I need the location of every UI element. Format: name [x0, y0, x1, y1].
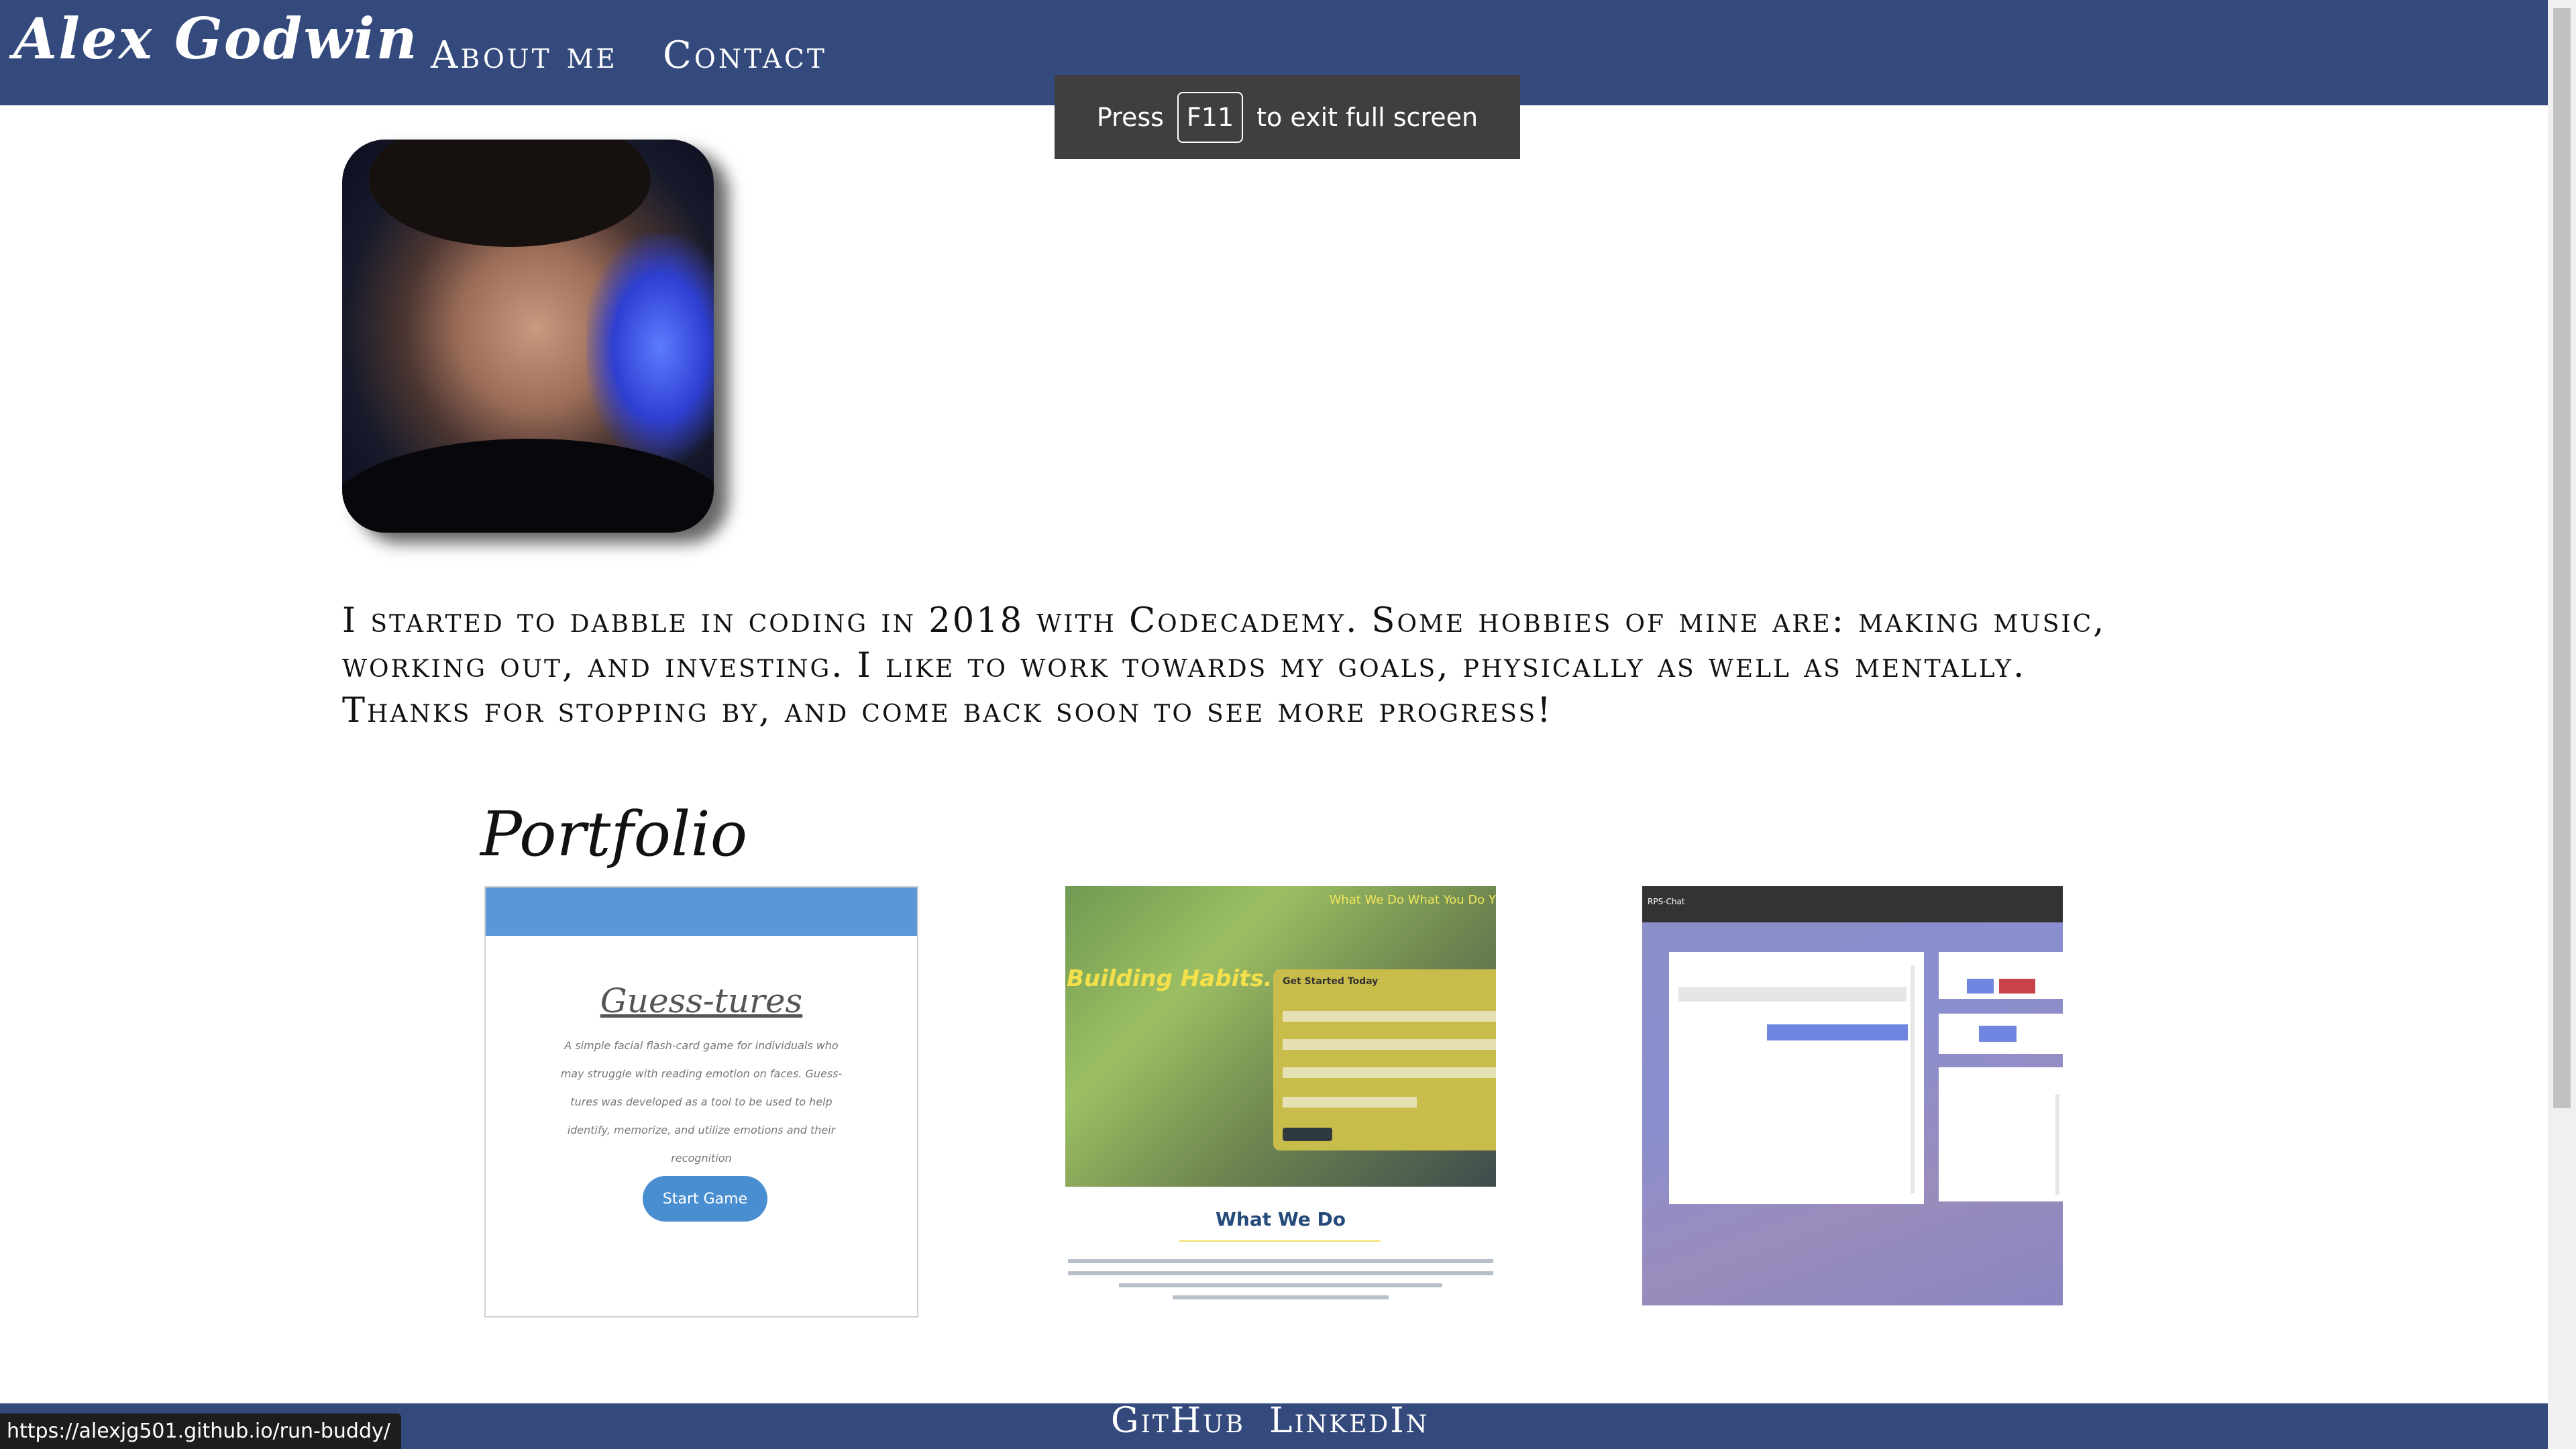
nav-about-me[interactable]: About me — [431, 34, 618, 77]
fullscreen-notice-prefix: Press — [1096, 102, 1164, 132]
score-panel — [1939, 1067, 2063, 1201]
chat-input — [1678, 987, 1907, 1002]
form-field — [1283, 1039, 1496, 1050]
fullscreen-notice: Press F11 to exit full screen — [1055, 75, 1520, 159]
portfolio-card-rps-chat[interactable]: RPS-Chat — [1642, 886, 2063, 1305]
scrollbar-thumb[interactable] — [2553, 8, 2571, 1108]
card-top-bar: RPS-Chat — [1642, 886, 2063, 922]
card-headline: Building Habits. — [1067, 965, 1273, 992]
text-line — [1068, 1271, 1493, 1275]
text-line — [1119, 1283, 1442, 1287]
section-underline — [1179, 1240, 1381, 1242]
chat-message — [1767, 1024, 1908, 1040]
card-description: A simple facial flash-card game for indi… — [560, 1039, 843, 1165]
f11-key-badge: F11 — [1177, 91, 1244, 143]
background-glow — [586, 233, 714, 462]
chat-panel — [1669, 952, 1924, 1204]
score-scrollbar — [2055, 1094, 2059, 1195]
player-button-2 — [1999, 979, 2035, 994]
form-field — [1283, 1011, 1496, 1022]
card-signup-form: Get Started Today — [1273, 969, 1496, 1150]
link-status-url: https://alexjg501.github.io/run-buddy/ — [0, 1413, 401, 1449]
chat-scrollbar — [1911, 965, 1915, 1193]
footer-github-link[interactable]: GitHub — [1111, 1401, 1245, 1441]
card-app-title: RPS-Chat — [1648, 897, 1685, 906]
footer-linkedin-link[interactable]: LinkedIn — [1269, 1401, 1429, 1441]
text-line — [1173, 1295, 1389, 1299]
card-top-bar — [486, 888, 917, 936]
action-button — [1979, 1026, 2017, 1042]
form-submit-button — [1283, 1128, 1332, 1141]
form-field — [1283, 1067, 1496, 1078]
card-nav: What We Do What You Do Y — [1329, 893, 1496, 907]
hair-shape — [369, 140, 651, 247]
fullscreen-notice-suffix: to exit full screen — [1256, 102, 1479, 132]
player-panel — [1939, 952, 2063, 999]
action-panel — [1939, 1014, 2063, 1054]
text-line — [1068, 1259, 1493, 1263]
form-field — [1283, 1097, 1417, 1108]
nav-contact[interactable]: Contact — [663, 34, 827, 77]
bio-text: I started to dabble in coding in 2018 wi… — [342, 601, 2106, 731]
portfolio-card-guess-tures[interactable]: Guess-tures A simple facial flash-card g… — [484, 886, 918, 1318]
card-title: Guess-tures — [600, 981, 803, 1020]
profile-photo — [342, 140, 714, 533]
portfolio-heading: Portfolio — [480, 798, 748, 870]
site-brand[interactable]: Alex Godwin — [13, 5, 419, 72]
card-section-heading: What We Do — [1216, 1208, 1346, 1230]
start-game-button[interactable]: Start Game — [643, 1176, 767, 1222]
form-heading: Get Started Today — [1283, 976, 1379, 987]
player-button-1 — [1967, 979, 1994, 994]
page-scrollbar[interactable] — [2548, 0, 2576, 1449]
portfolio-card-run-buddy[interactable]: What We Do What You Do Y Building Habits… — [1065, 886, 1496, 1316]
